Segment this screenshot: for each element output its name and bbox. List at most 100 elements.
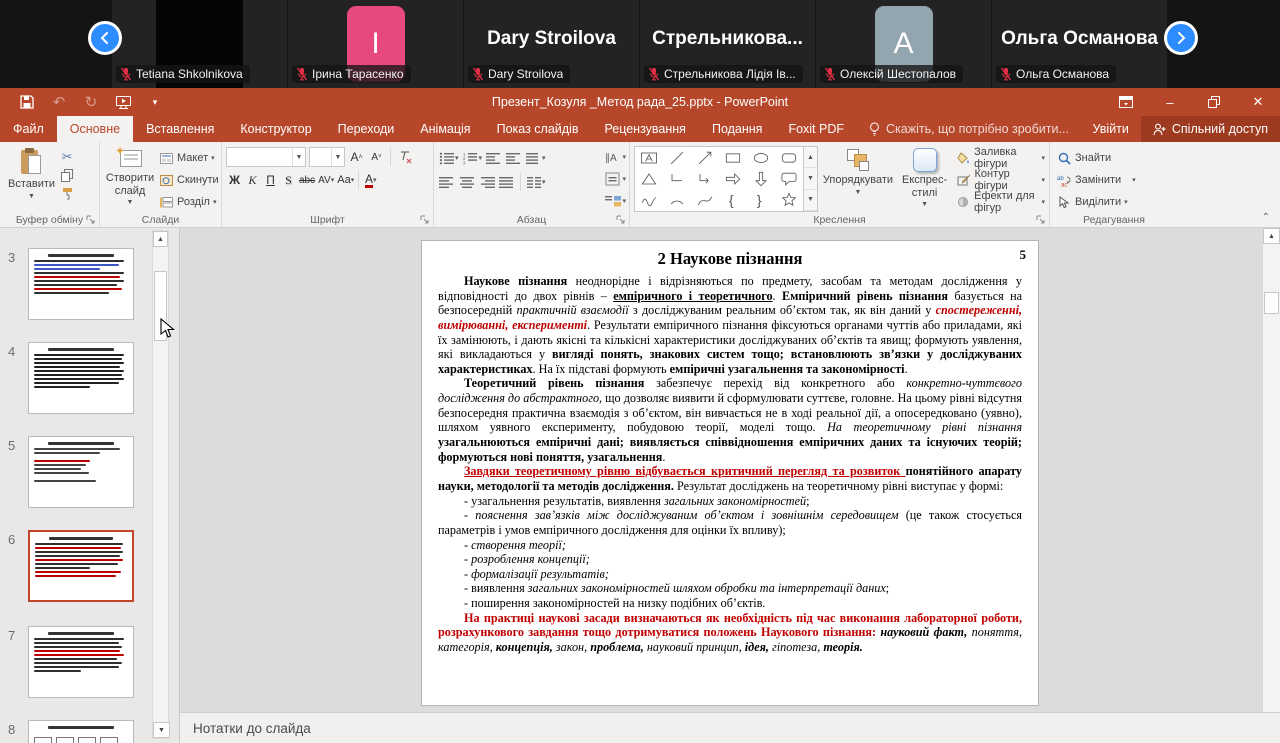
text-shadow-button[interactable]: S: [280, 170, 297, 190]
cut-icon[interactable]: ✂: [59, 149, 75, 165]
participants-prev-button[interactable]: [88, 21, 122, 55]
arrow-shape-icon[interactable]: [691, 147, 719, 168]
star-shape-icon[interactable]: [775, 190, 803, 211]
rounded-rectangle-shape-icon[interactable]: [775, 147, 803, 168]
tell-me-box[interactable]: Скажіть, що потрібно зробити...: [857, 116, 1081, 142]
layout-button[interactable]: Макет▾: [156, 147, 221, 169]
collapse-ribbon-icon[interactable]: ⌃: [1262, 212, 1270, 223]
thumbnail-scroll-down-icon[interactable]: ▼: [153, 722, 170, 738]
shape-effects-button[interactable]: Ефекти для фігур▾: [955, 191, 1047, 213]
slide-thumbnail-4[interactable]: 4: [28, 342, 134, 414]
align-text-icon[interactable]: ▾: [603, 169, 627, 189]
line-shape-icon[interactable]: [663, 147, 691, 168]
start-slideshow-icon[interactable]: [114, 93, 132, 111]
shapes-scroll-up-icon[interactable]: ▲: [804, 147, 817, 168]
text-direction-icon[interactable]: ∥А▾: [603, 147, 627, 167]
italic-button[interactable]: К: [244, 170, 261, 190]
tab-переходи[interactable]: Переходи: [325, 116, 408, 142]
bold-button[interactable]: Ж: [226, 170, 243, 190]
editor-scrollbar-thumb[interactable]: [1264, 292, 1279, 314]
right-brace-shape-icon[interactable]: }: [747, 190, 775, 211]
customize-qat-icon[interactable]: ▾: [146, 93, 164, 111]
bullets-icon[interactable]: ▾: [438, 148, 460, 168]
tab-вставлення[interactable]: Вставлення: [133, 116, 227, 142]
left-brace-shape-icon[interactable]: {: [719, 190, 747, 211]
font-color-button[interactable]: А▾: [362, 170, 379, 190]
align-right-icon[interactable]: [478, 172, 496, 192]
underline-button[interactable]: П: [262, 170, 279, 190]
decrease-indent-icon[interactable]: [485, 148, 503, 168]
increase-indent-icon[interactable]: [505, 148, 523, 168]
participant-tile[interactable]: Tetiana Shkolnikova: [112, 0, 287, 88]
tab-показ-слайдів[interactable]: Показ слайдів: [484, 116, 592, 142]
character-spacing-button[interactable]: AV▾: [317, 170, 335, 190]
columns-icon[interactable]: ▾: [525, 172, 547, 192]
increase-font-size-button[interactable]: A˄: [348, 147, 365, 167]
slide-thumbnail-7[interactable]: 7: [28, 626, 134, 698]
strikethrough-button[interactable]: abc: [298, 170, 316, 190]
shapes-more-icon[interactable]: ▼: [804, 190, 817, 211]
tab-подання[interactable]: Подання: [699, 116, 775, 142]
text-box-shape-icon[interactable]: [635, 147, 663, 168]
elbow-arrow-shape-icon[interactable]: [691, 168, 719, 189]
clear-formatting-button[interactable]: [396, 147, 413, 167]
notes-bar[interactable]: Нотатки до слайда: [180, 712, 1280, 743]
paragraph-dialog-launcher-icon[interactable]: [616, 215, 626, 225]
close-icon[interactable]: ✕: [1236, 88, 1280, 116]
format-painter-icon[interactable]: [59, 185, 75, 201]
save-icon[interactable]: [18, 93, 36, 111]
paste-button[interactable]: Вставити ▼: [4, 145, 59, 204]
thumbnail-scrollbar-thumb[interactable]: [154, 271, 167, 341]
slide-canvas[interactable]: 5 2 Наукове пізнання Наукове пізнання не…: [421, 240, 1039, 706]
participant-tile[interactable]: АОлексій Шестопалов: [816, 0, 991, 88]
new-slide-button[interactable]: ✦ Створити слайд ▼: [104, 145, 156, 213]
copy-icon[interactable]: [59, 167, 75, 183]
font-size-combo[interactable]: ▼: [309, 147, 345, 167]
participant-tile[interactable]: ІІрина Тарасенко: [288, 0, 463, 88]
find-button[interactable]: Знайти: [1054, 147, 1176, 169]
decrease-font-size-button[interactable]: A˅: [368, 147, 385, 167]
align-left-icon[interactable]: [438, 172, 456, 192]
rectangle-shape-icon[interactable]: [719, 147, 747, 168]
minimize-icon[interactable]: –: [1148, 88, 1192, 116]
curve-shape-icon[interactable]: [691, 190, 719, 211]
tab-foxit-pdf[interactable]: Foxit PDF: [775, 116, 857, 142]
triangle-shape-icon[interactable]: [635, 168, 663, 189]
tab-конструктор[interactable]: Конструктор: [227, 116, 324, 142]
scribble-shape-icon[interactable]: [635, 190, 663, 211]
redo-icon[interactable]: ↻: [82, 93, 100, 111]
slide-thumbnail-8[interactable]: 8: [28, 720, 134, 743]
font-dialog-launcher-icon[interactable]: [420, 215, 430, 225]
participant-tile[interactable]: Стрельникова...Стрельникова Лідія Ів...: [640, 0, 815, 88]
slide-thumbnail-3[interactable]: 3: [28, 248, 134, 320]
tab-основне[interactable]: Основне: [57, 116, 133, 142]
editor-scroll-up-icon[interactable]: ▲: [1263, 228, 1280, 244]
reset-button[interactable]: Скинути: [156, 169, 221, 191]
justify-icon[interactable]: [498, 172, 516, 192]
replace-button[interactable]: abac Замінити▾: [1054, 169, 1176, 191]
shape-fill-button[interactable]: Заливка фігури▾: [955, 147, 1047, 169]
sign-in-button[interactable]: Увійти: [1081, 116, 1141, 142]
callout-shape-icon[interactable]: [775, 168, 803, 189]
oval-shape-icon[interactable]: [747, 147, 775, 168]
slide-thumbnail-6[interactable]: 6: [28, 530, 134, 602]
arrange-button[interactable]: Упорядкувати ▼: [822, 145, 894, 200]
thumbnail-scrollbar[interactable]: ▲ ▼: [152, 230, 169, 739]
participant-tile[interactable]: Ольга ОсмановаОльга Османова: [992, 0, 1167, 88]
participant-tile[interactable]: Dary StroilovaDary Stroilova: [464, 0, 639, 88]
section-button[interactable]: Розділ▾: [156, 191, 221, 213]
undo-icon[interactable]: ↶: [50, 93, 68, 111]
thumbnail-scroll-up-icon[interactable]: ▲: [153, 231, 168, 247]
line-spacing-icon[interactable]: ▾: [525, 148, 547, 168]
editor-scrollbar[interactable]: ▲: [1262, 228, 1280, 712]
drawing-dialog-launcher-icon[interactable]: [1036, 215, 1046, 225]
convert-smartart-icon[interactable]: ▾: [603, 191, 627, 211]
elbow-connector-shape-icon[interactable]: [663, 168, 691, 189]
select-button[interactable]: Виділити▾: [1054, 191, 1176, 213]
shape-outline-button[interactable]: Контур фігури▾: [955, 169, 1047, 191]
share-button[interactable]: Спільний доступ: [1141, 116, 1280, 142]
shapes-scroll-down-icon[interactable]: ▼: [804, 168, 817, 189]
down-arrow-shape-icon[interactable]: [747, 168, 775, 189]
tab-файл[interactable]: Файл: [0, 116, 57, 142]
numbering-icon[interactable]: 123▾: [462, 148, 484, 168]
